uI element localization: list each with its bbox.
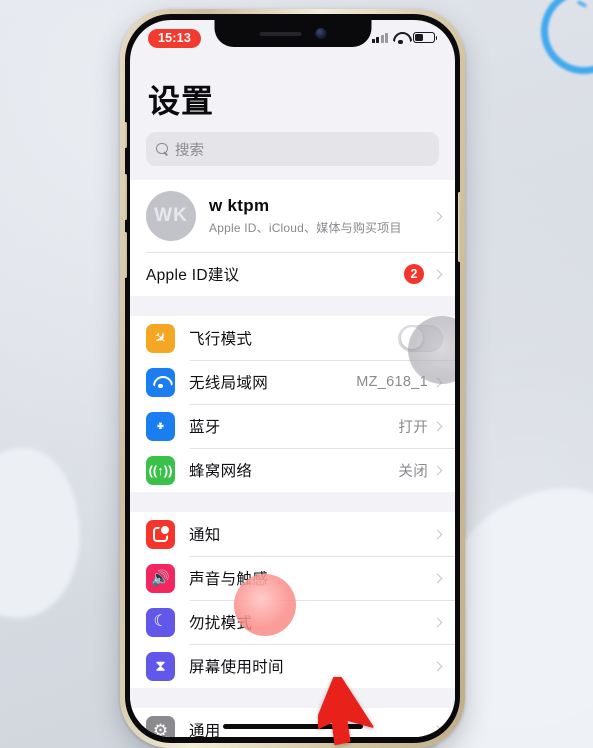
wifi-icon — [393, 32, 408, 44]
connectivity-group: ✈ 飞行模式 无线局域网 MZ_618_1 ᛭ 蓝牙 打开 ((↑)) 蜂窝网络… — [130, 316, 455, 492]
chevron-right-icon — [432, 465, 443, 475]
cellular-signal-icon — [371, 32, 388, 43]
page-title: 设置 — [148, 83, 215, 119]
sidebar-item-wifi[interactable]: 无线局域网 MZ_618_1 — [130, 360, 455, 404]
sidebar-item-do-not-disturb[interactable]: ☾ 勿扰模式 — [130, 600, 455, 644]
notifications-group: 通知 🔊 声音与触感 ☾ 勿扰模式 ⧗ 屏幕使用时间 — [130, 512, 455, 688]
gear-icon: ⚙ — [146, 715, 175, 737]
sidebar-item-screen-time[interactable]: ⧗ 屏幕使用时间 — [130, 644, 455, 688]
phone-bezel: 15:13 设置 搜索 WK w ktpm Apple ID、iCloud、媒体… — [125, 14, 460, 743]
row-label: 通知 — [189, 527, 221, 544]
iphone-device: 15:13 设置 搜索 WK w ktpm Apple ID、iCloud、媒体… — [120, 9, 465, 748]
row-label: 蜂窝网络 — [189, 463, 253, 480]
sidebar-item-bluetooth[interactable]: ᛭ 蓝牙 打开 — [130, 404, 455, 448]
cellular-value: 关闭 — [398, 463, 428, 480]
sidebar-item-notifications[interactable]: 通知 — [130, 512, 455, 556]
chevron-right-icon — [432, 529, 443, 539]
sidebar-item-general[interactable]: ⚙ 通用 — [130, 708, 455, 737]
chevron-right-icon — [432, 725, 443, 735]
apple-account-row[interactable]: WK w ktpm Apple ID、iCloud、媒体与购买项目 — [130, 180, 455, 252]
screenshot-scene: 15:13 设置 搜索 WK w ktpm Apple ID、iCloud、媒体… — [0, 0, 593, 748]
chevron-right-icon — [432, 617, 443, 627]
settings-scroll-view[interactable]: 设置 搜索 WK w ktpm Apple ID、iCloud、媒体与购买项目 — [130, 60, 455, 737]
row-label: 飞行模式 — [189, 331, 253, 348]
status-badge: 2 — [404, 264, 424, 284]
avatar: WK — [146, 191, 196, 241]
notification-icon — [146, 519, 175, 549]
volume-up-button[interactable] — [125, 174, 127, 220]
phone-screen: 15:13 设置 搜索 WK w ktpm Apple ID、iCloud、媒体… — [130, 20, 455, 737]
status-indicators — [371, 29, 438, 44]
battery-icon — [413, 32, 438, 43]
row-label: 蓝牙 — [189, 419, 221, 436]
volume-down-button[interactable] — [125, 232, 127, 278]
sidebar-item-cellular[interactable]: ((↑)) 蜂窝网络 关闭 — [130, 448, 455, 492]
search-icon — [156, 142, 169, 156]
account-name: w ktpm — [209, 196, 270, 215]
mute-switch[interactable] — [125, 122, 127, 148]
chevron-right-icon — [432, 211, 443, 221]
account-subtitle: Apple ID、iCloud、媒体与购买项目 — [209, 221, 402, 235]
row-label: 无线局域网 — [189, 375, 269, 392]
chevron-right-icon — [432, 269, 443, 279]
bluetooth-icon: ᛭ — [146, 411, 175, 441]
cellular-icon: ((↑)) — [146, 455, 175, 485]
sidebar-item-sounds-haptics[interactable]: 🔊 声音与触感 — [130, 556, 455, 600]
hourglass-icon: ⧗ — [146, 651, 175, 681]
wifi-icon — [146, 367, 175, 397]
bluetooth-value: 打开 — [398, 419, 428, 436]
sidebar-item-airplane-mode[interactable]: ✈ 飞行模式 — [130, 316, 455, 360]
power-button[interactable] — [458, 192, 460, 262]
device-notch — [214, 20, 371, 47]
row-label: 屏幕使用时间 — [189, 659, 284, 676]
search-placeholder: 搜索 — [175, 142, 204, 159]
status-time-recording-badge: 15:13 — [148, 29, 201, 49]
row-label: 声音与触感 — [189, 571, 269, 588]
chevron-right-icon — [432, 573, 443, 583]
apple-id-suggestion-label: Apple ID建议 — [146, 267, 240, 284]
airplane-mode-toggle[interactable] — [398, 324, 443, 352]
airplane-icon: ✈ — [146, 323, 175, 353]
apple-id-suggestion-row[interactable]: Apple ID建议 2 — [130, 252, 455, 296]
earpiece-speaker — [259, 31, 301, 36]
sound-icon: 🔊 — [146, 563, 175, 593]
chevron-right-icon — [432, 377, 443, 387]
moon-icon: ☾ — [146, 607, 175, 637]
chevron-right-icon — [432, 421, 443, 431]
row-label: 勿扰模式 — [189, 615, 253, 632]
chevron-right-icon — [432, 661, 443, 671]
system-group: ⚙ 通用 ⊞ 控制中心 — [130, 708, 455, 737]
search-input[interactable]: 搜索 — [146, 132, 439, 166]
wifi-value: MZ_618_1 — [356, 374, 428, 390]
account-group: WK w ktpm Apple ID、iCloud、媒体与购买项目 Apple … — [130, 180, 455, 296]
front-camera-icon — [315, 28, 326, 39]
